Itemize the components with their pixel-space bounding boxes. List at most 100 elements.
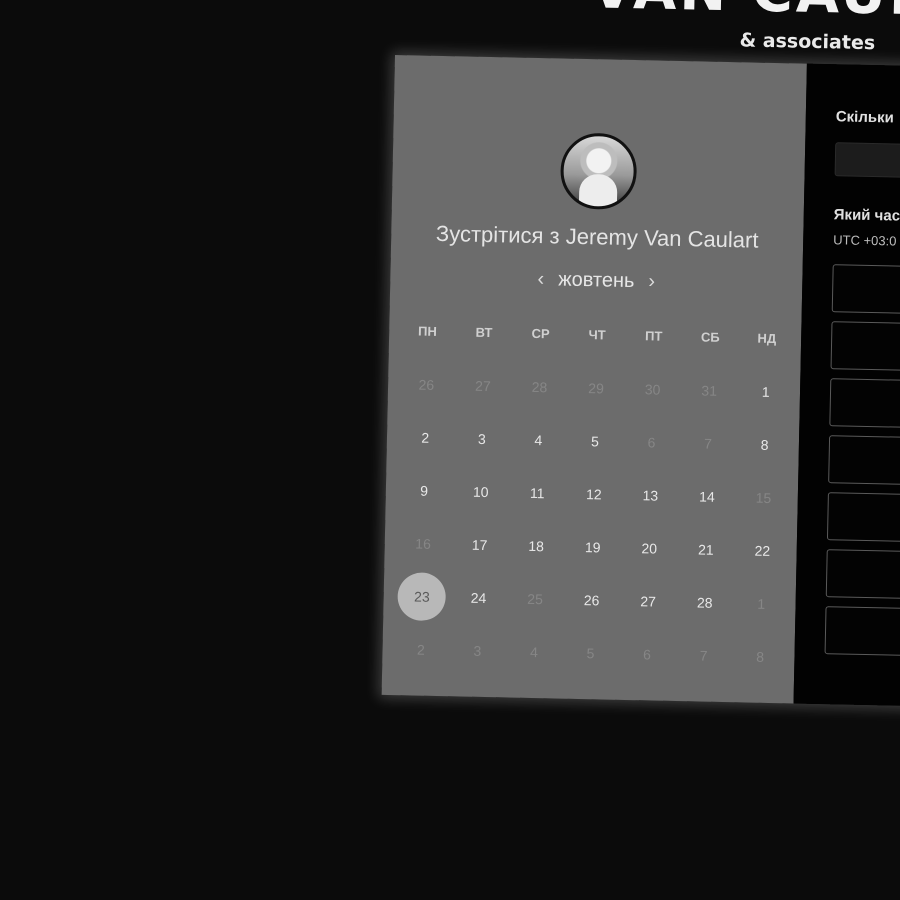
calendar-day-number: 3 — [473, 642, 482, 659]
time-slot[interactable] — [831, 264, 900, 315]
calendar-day[interactable]: 10 — [452, 467, 510, 516]
weekday-label: НД — [757, 330, 777, 347]
calendar-day[interactable]: 8 — [736, 420, 794, 469]
time-slot[interactable] — [826, 492, 900, 543]
time-label: Який час — [833, 206, 900, 225]
calendar-week: 26 27 28 29 30 31 1 — [398, 360, 795, 416]
booking-card: Зустрітися з Jeremy Van Caulart ‹ жовтен… — [381, 55, 900, 710]
calendar-day-number: 25 — [527, 590, 544, 608]
duration-select[interactable] — [834, 142, 900, 179]
calendar-day: 16 — [394, 519, 452, 568]
calendar-day-number: 4 — [534, 432, 543, 449]
calendar-day-number: 9 — [420, 482, 429, 499]
calendar-day-number: 8 — [760, 436, 769, 453]
calendar-day[interactable]: 21 — [677, 525, 735, 574]
calendar-day: 7 — [679, 419, 737, 468]
calendar-day: 5 — [562, 629, 620, 678]
host-avatar — [559, 132, 638, 211]
calendar-day[interactable]: 20 — [621, 524, 679, 573]
calendar-day-number: 18 — [528, 537, 545, 555]
calendar-day-number: 24 — [470, 589, 487, 607]
calendar-day-number: 27 — [640, 593, 657, 610]
calendar-day[interactable]: 13 — [622, 471, 680, 520]
weekday-label: ПН — [417, 323, 438, 339]
calendar-day-number: 1 — [757, 595, 766, 612]
calendar-panel: Зустрітися з Jeremy Van Caulart ‹ жовтен… — [381, 55, 807, 704]
time-panel: Скільки Який час UTC +03:0 — [793, 63, 900, 710]
calendar-week: 9 10 11 12 13 14 15 — [395, 466, 792, 522]
calendar-day-number: 6 — [642, 646, 652, 663]
calendar-day-number: 6 — [647, 434, 656, 451]
weekday-label: СР — [531, 325, 550, 342]
calendar-day-number: 19 — [584, 539, 601, 556]
calendar-day[interactable]: 12 — [565, 470, 623, 519]
calendar-day[interactable]: 2 — [396, 413, 454, 462]
calendar-day[interactable]: 18 — [507, 521, 565, 570]
calendar-day-number: 11 — [529, 484, 545, 502]
calendar-day-number: 20 — [641, 540, 658, 557]
calendar-day: 8 — [731, 632, 789, 681]
calendar-day-number: 28 — [531, 378, 548, 396]
duration-label: Скільки — [835, 108, 894, 127]
calendar-day[interactable]: 24 — [450, 573, 508, 622]
calendar-day: 26 — [398, 360, 456, 409]
calendar-day-number: 5 — [590, 433, 600, 450]
calendar-day-number: 26 — [418, 376, 435, 393]
next-month-button[interactable]: › — [648, 270, 655, 293]
calendar-day-number: 23 — [397, 572, 447, 622]
calendar-day[interactable]: 26 — [563, 576, 621, 625]
calendar-day-number: 28 — [696, 594, 713, 611]
calendar-day: 4 — [505, 627, 563, 676]
calendar-day[interactable]: 4 — [510, 416, 568, 465]
calendar-week: 16 17 18 19 20 21 22 — [394, 519, 791, 575]
calendar-day[interactable]: 19 — [564, 523, 622, 572]
weekday-label: ЧТ — [588, 327, 606, 343]
weekday-label: СБ — [700, 329, 720, 345]
calendar-day-number: 31 — [701, 382, 718, 399]
calendar-week: 2 3 4 5 6 7 8 — [396, 413, 793, 469]
calendar-day: 3 — [449, 626, 507, 675]
calendar-day-number: 21 — [697, 541, 714, 558]
calendar-day: 6 — [623, 418, 681, 467]
calendar-day[interactable]: 22 — [734, 526, 792, 575]
time-slot[interactable] — [828, 435, 900, 486]
calendar-day-number: 7 — [699, 647, 708, 664]
calendar-day-number: 14 — [698, 488, 715, 505]
calendar-day: 6 — [618, 630, 676, 679]
calendar-day-number: 4 — [529, 643, 539, 661]
time-slot[interactable] — [824, 606, 900, 657]
calendar-day-number: 5 — [586, 645, 595, 662]
time-slot[interactable] — [830, 321, 900, 372]
calendar-day: 2 — [392, 625, 450, 674]
calendar-day-selected[interactable]: 23 — [393, 572, 451, 622]
prev-month-button[interactable]: ‹ — [537, 268, 544, 291]
calendar-day-number: 27 — [474, 377, 491, 395]
calendar-day-number: 2 — [421, 429, 430, 446]
calendar-day-number: 30 — [644, 381, 661, 398]
calendar-day: 7 — [675, 631, 733, 680]
calendar-day[interactable]: 17 — [451, 520, 509, 569]
time-slot[interactable] — [825, 549, 900, 600]
calendar-day-number: 3 — [477, 430, 486, 447]
calendar-day-number: 10 — [472, 483, 489, 501]
calendar-day-number: 29 — [588, 380, 605, 397]
calendar-day[interactable]: 9 — [395, 466, 453, 515]
calendar-day[interactable]: 27 — [619, 577, 677, 626]
calendar-day[interactable]: 28 — [676, 578, 734, 627]
time-slot[interactable] — [829, 378, 900, 429]
calendar-day[interactable]: 1 — [737, 367, 795, 416]
calendar-day[interactable]: 14 — [678, 472, 736, 521]
calendar-day[interactable]: 11 — [509, 468, 567, 517]
calendar-day-number: 17 — [471, 536, 488, 554]
calendar-day-number: 22 — [754, 542, 771, 559]
calendar-day-number: 12 — [585, 486, 602, 503]
calendar-day[interactable]: 5 — [566, 417, 624, 466]
calendar-day: 27 — [454, 361, 512, 410]
month-navigation: ‹ жовтень › — [390, 265, 802, 297]
calendar-day: 29 — [567, 364, 625, 413]
weekday-label: ПТ — [644, 328, 663, 344]
month-label: жовтень — [557, 268, 635, 293]
calendar-day: 31 — [680, 366, 738, 415]
calendar-day[interactable]: 3 — [453, 414, 511, 463]
calendar-week: 23 24 25 26 27 28 1 — [393, 572, 790, 628]
